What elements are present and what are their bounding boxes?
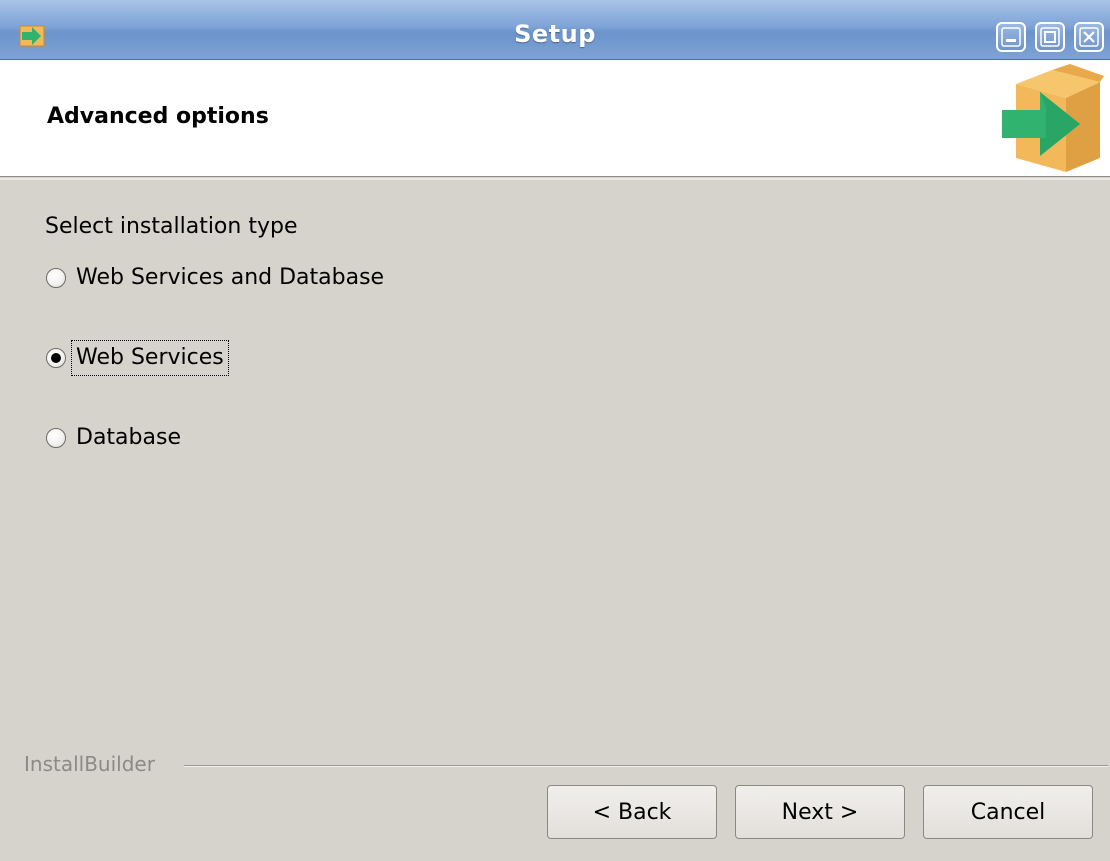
radio-button-selected[interactable] — [46, 348, 66, 368]
option-web-services-and-database[interactable]: Web Services and Database — [46, 263, 386, 293]
radio-button[interactable] — [46, 268, 66, 288]
option-label: Web Services and Database — [76, 265, 385, 290]
maximize-icon — [1040, 27, 1060, 47]
header-divider — [0, 178, 1110, 180]
next-button[interactable]: Next > — [735, 785, 905, 839]
window-title: Setup — [514, 20, 596, 48]
minimize-button[interactable] — [996, 22, 1026, 52]
back-button[interactable]: < Back — [547, 785, 717, 839]
installbuilder-brand: InstallBuilder — [24, 752, 155, 776]
close-button[interactable] — [1074, 22, 1104, 52]
title-bar[interactable]: Setup — [0, 0, 1110, 60]
minimize-icon — [1001, 27, 1021, 47]
radio-button[interactable] — [46, 428, 66, 448]
option-label: Database — [76, 425, 181, 450]
footer-divider — [184, 765, 1108, 767]
option-database[interactable]: Database — [46, 423, 183, 453]
maximize-button[interactable] — [1035, 22, 1065, 52]
installer-box-logo — [1002, 64, 1104, 172]
page-title: Advanced options — [47, 104, 269, 129]
cancel-button[interactable]: Cancel — [923, 785, 1093, 839]
close-icon — [1079, 27, 1099, 47]
option-web-services[interactable]: Web Services — [46, 340, 229, 376]
installation-type-label: Select installation type — [45, 214, 298, 239]
setup-window: Setup Advanced options Select installati… — [0, 0, 1110, 861]
option-label: Web Services — [71, 340, 229, 376]
